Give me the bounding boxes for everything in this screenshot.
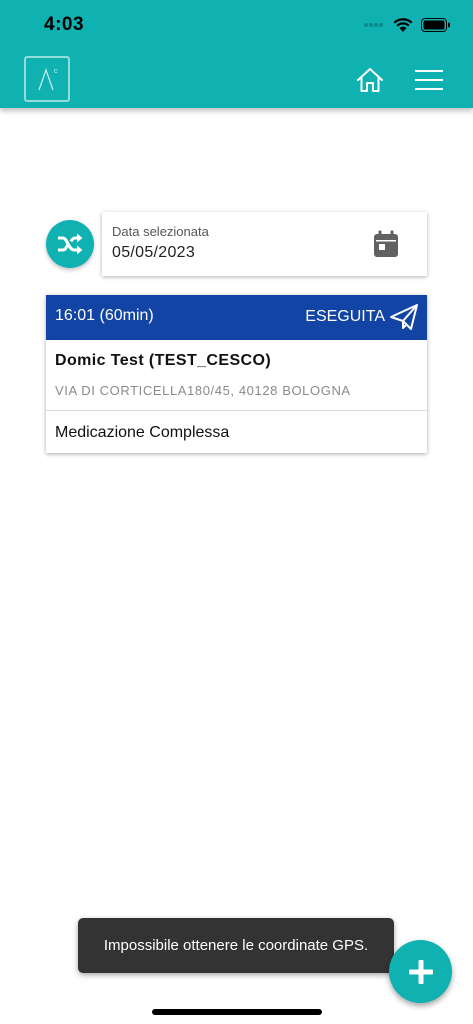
add-button[interactable]: [389, 940, 452, 1003]
wifi-icon: [393, 18, 413, 32]
plus-icon: [408, 959, 433, 984]
battery-icon: [421, 18, 450, 32]
svg-text:c: c: [54, 68, 58, 75]
appointment-status: ESEGUITA: [305, 308, 385, 325]
patient-address: VIA DI CORTICELLA180/45, 40128 BOLOGNA: [55, 383, 351, 398]
status-time: 4:03: [44, 14, 85, 35]
status-icons: [363, 13, 451, 37]
service-name: Medicazione Complessa: [55, 424, 230, 441]
appointment-header: 16:01 (60min) ESEGUITA: [46, 295, 427, 340]
toast-message: Impossibile ottenere le coordinate GPS.: [78, 918, 394, 973]
cellular-signal-icon: [364, 23, 383, 27]
date-value[interactable]: 05/05/2023: [112, 244, 195, 262]
date-label: Data selezionata: [112, 224, 209, 239]
top-app-bar: 4:03 c: [0, 0, 473, 108]
patient-name: Domic Test (TEST_CESCO): [55, 352, 272, 369]
appointment-time: 16:01 (60min): [55, 307, 154, 324]
home-icon: [357, 68, 383, 92]
send-icon[interactable]: [389, 303, 419, 331]
divider: [46, 410, 427, 411]
date-picker-field[interactable]: Data selezionata 05/05/2023: [102, 212, 427, 276]
shuffle-button[interactable]: [46, 220, 94, 268]
menu-button[interactable]: [414, 67, 444, 93]
calendar-icon[interactable]: [373, 230, 399, 258]
hamburger-menu-icon: [415, 70, 443, 90]
appointment-card[interactable]: 16:01 (60min) ESEGUITA Domic Test (TEST_…: [46, 295, 427, 453]
home-indicator[interactable]: [152, 1009, 322, 1015]
home-button[interactable]: [355, 66, 385, 94]
app-logo: c: [24, 56, 70, 102]
shuffle-icon: [58, 233, 83, 255]
